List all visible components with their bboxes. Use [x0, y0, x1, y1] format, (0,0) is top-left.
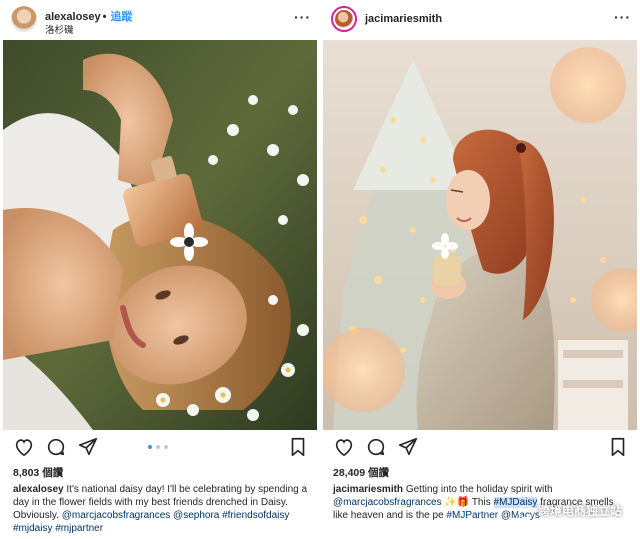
post-header: jacimariesmith ···	[323, 0, 637, 40]
watermark: 跨境电商独立站	[517, 502, 622, 519]
caption-text: This	[471, 497, 491, 508]
post-caption: alexalosey It's national daisy day! I'll…	[13, 483, 311, 535]
share-icon[interactable]	[397, 436, 419, 458]
comment-icon[interactable]	[45, 436, 67, 458]
caption-tag[interactable]: @marcjacobsfragrances	[62, 510, 171, 521]
post-actions	[3, 436, 317, 460]
heart-icon[interactable]	[333, 436, 355, 458]
caption-tag[interactable]: #mjdaisy	[13, 523, 52, 534]
post-photo[interactable]	[323, 40, 637, 430]
post-photo[interactable]	[3, 40, 317, 430]
avatar[interactable]	[11, 6, 37, 32]
more-options-button[interactable]: ···	[294, 9, 311, 25]
caption-emoji: ✨🎁	[444, 497, 470, 508]
carousel-indicator	[148, 445, 178, 451]
caption-username[interactable]: alexalosey	[13, 484, 64, 495]
username-link[interactable]: jacimariesmith	[365, 13, 442, 25]
likes-count[interactable]: 8,803 個讚	[13, 465, 63, 480]
bookmark-icon[interactable]	[607, 436, 629, 458]
bookmark-icon[interactable]	[287, 436, 309, 458]
post-actions	[323, 436, 637, 460]
more-options-button[interactable]: ···	[614, 9, 631, 25]
follow-button[interactable]: 追蹤	[111, 11, 133, 23]
caption-tag[interactable]: #friendsofdaisy	[222, 510, 289, 521]
post-location[interactable]: 洛杉磯	[45, 22, 74, 36]
instagram-post-left: alexalosey • 追蹤 洛杉磯 ··· 8,803 個讚 alexalo…	[3, 0, 317, 539]
heart-icon[interactable]	[13, 436, 35, 458]
follow-separator: •	[102, 11, 107, 23]
caption-tag[interactable]: #MJPartner	[446, 510, 498, 521]
carousel-dot-active	[148, 445, 152, 449]
caption-tag[interactable]: @sephora	[173, 510, 219, 521]
likes-count[interactable]: 28,409 個讚	[333, 465, 389, 480]
wechat-icon	[517, 505, 534, 518]
caption-tag[interactable]: #mjpartner	[55, 523, 103, 534]
share-icon[interactable]	[77, 436, 99, 458]
carousel-dot	[164, 445, 168, 449]
watermark-text: 跨境电商独立站	[537, 504, 622, 518]
woman-in-daisy-field-photo	[3, 40, 317, 430]
avatar[interactable]	[331, 6, 357, 32]
caption-username[interactable]: jacimariesmith	[333, 484, 403, 495]
post-header: alexalosey • 追蹤 洛杉磯 ···	[3, 0, 317, 40]
instagram-post-right: jacimariesmith ··· 28,409 個讚 jacimariesm…	[323, 0, 637, 539]
caption-text: Getting into the holiday spirit with	[405, 484, 553, 495]
carousel-dot	[156, 445, 160, 449]
woman-with-christmas-tree-photo	[323, 40, 637, 430]
post-username: jacimariesmith	[365, 13, 442, 25]
caption-mention[interactable]: @marcjacobsfragrances	[333, 497, 442, 508]
comment-icon[interactable]	[365, 436, 387, 458]
